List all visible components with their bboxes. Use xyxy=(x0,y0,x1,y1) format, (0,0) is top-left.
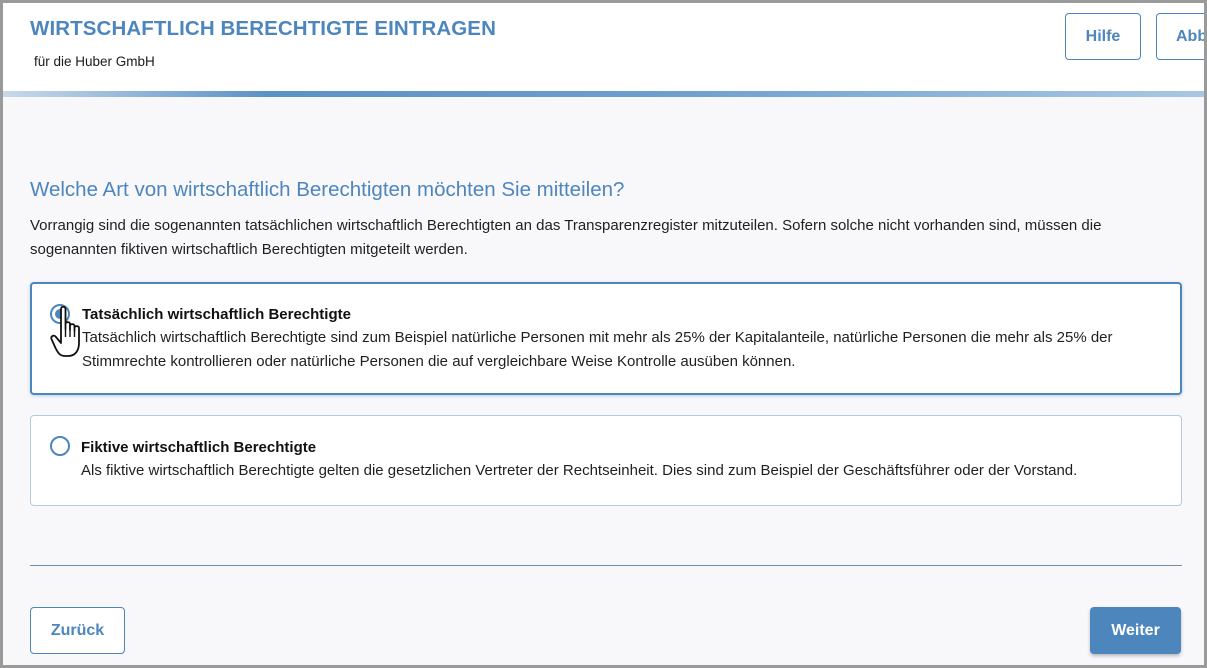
app-window: WIRTSCHAFTLICH BERECHTIGTE EINTRAGEN für… xyxy=(0,0,1207,668)
option-title: Fiktive wirtschaftlich Berechtigte xyxy=(81,439,317,456)
radio-actual[interactable] xyxy=(50,304,70,324)
option-title: Tatsächlich wirtschaftlich Berechtigte xyxy=(82,306,351,323)
header-accent-bar xyxy=(3,91,1204,97)
option-fictive-beneficial-owners[interactable]: Fiktive wirtschaftlich Berechtigte Als f… xyxy=(30,415,1182,506)
help-button[interactable]: Hilfe xyxy=(1065,13,1141,60)
radio-selected-dot xyxy=(55,309,65,319)
question-heading: Welche Art von wirtschaftlich Berechtigt… xyxy=(30,178,625,201)
back-button[interactable]: Zurück xyxy=(30,607,125,654)
option-description: Als fiktive wirtschaftlich Berechtigte g… xyxy=(81,462,1078,479)
next-button[interactable]: Weiter xyxy=(1090,607,1181,654)
option-description: Tatsächlich wirtschaftlich Berechtigte s… xyxy=(82,329,1113,370)
option-actual-beneficial-owners[interactable]: Tatsächlich wirtschaftlich Berechtigte T… xyxy=(30,282,1182,395)
radio-fictive[interactable] xyxy=(50,436,70,456)
page-subtitle: für die Huber GmbH xyxy=(34,54,155,69)
cancel-button[interactable]: Abbrechen xyxy=(1156,13,1204,60)
footer-divider xyxy=(30,565,1182,566)
intro-text: Vorrangig sind die sogenannten tatsächli… xyxy=(30,217,1102,258)
page-title: WIRTSCHAFTLICH BERECHTIGTE EINTRAGEN xyxy=(30,17,496,40)
page-header: WIRTSCHAFTLICH BERECHTIGTE EINTRAGEN für… xyxy=(3,3,1204,93)
